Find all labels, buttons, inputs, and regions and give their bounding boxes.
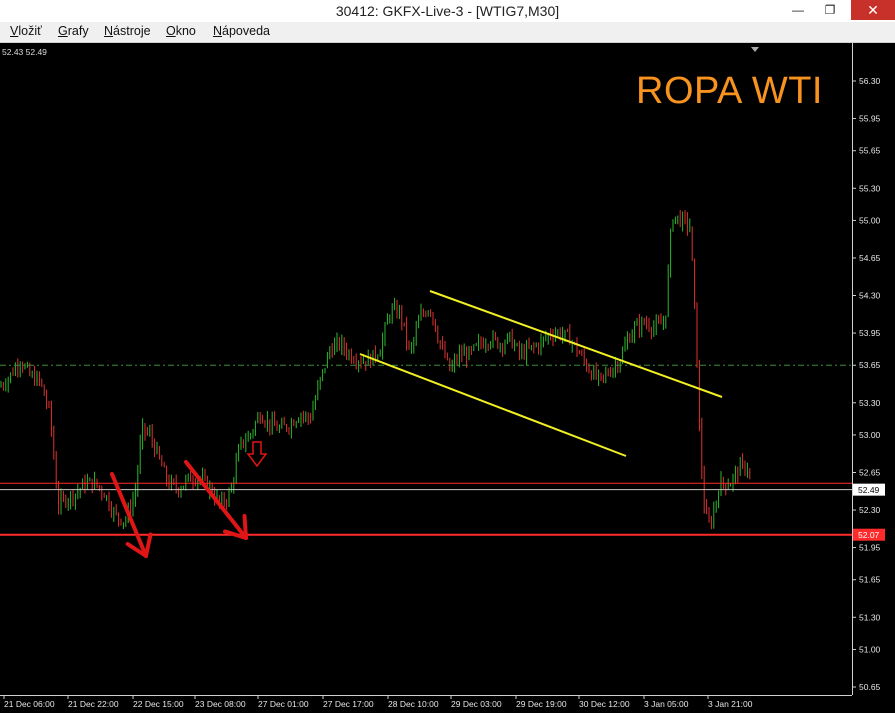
time-tick-label: 27 Dec 01:00 [258, 699, 309, 709]
menu-tools-label: ástroje [113, 24, 151, 38]
menu-window-label: kno [175, 24, 196, 38]
price-tick-label: 53.65 [859, 360, 881, 370]
arrow-head [144, 532, 153, 558]
window-title: 30412: GKFX-Live-3 - [WTIG7,M30] [335, 3, 560, 19]
price-tick-label: 50.65 [859, 682, 881, 692]
time-tick-label: 29 Dec 19:00 [516, 699, 567, 709]
price-tick-label: 55.65 [859, 146, 881, 156]
current-price-label: 52.49 [858, 485, 880, 495]
menu-charts-label: rafy [67, 24, 89, 38]
time-tick-label: 3 Jan 21:00 [708, 699, 753, 709]
price-tick-label: 51.00 [859, 644, 881, 654]
price-tick-label: 51.65 [859, 575, 881, 585]
time-tick-label: 3 Jan 05:00 [644, 699, 689, 709]
menu-tools[interactable]: Nástroje [104, 24, 151, 38]
price-tick-label: 53.30 [859, 398, 881, 408]
menu-charts[interactable]: Grafy [58, 24, 89, 38]
price-tick-label: 52.30 [859, 505, 881, 515]
price-chart[interactable]: 52.49 52.07 56.30 55.95 55.65 55.30 55.00 54.6… [0, 43, 895, 713]
price-tick-label: 54.30 [859, 291, 881, 301]
price-tick-label: 55.00 [859, 215, 881, 225]
price-header: 52.43 52.49 [2, 47, 47, 57]
chart-shift-icon [751, 47, 759, 52]
price-tick-label: 52.65 [859, 467, 881, 477]
price-tick-label: 56.30 [859, 76, 881, 86]
time-tick-label: 30 Dec 12:00 [579, 699, 630, 709]
arrow-shaft [184, 460, 248, 540]
menu-insert[interactable]: Vložiť [10, 24, 42, 38]
menu-help-label: ápoveda [222, 24, 270, 38]
time-tick-label: 22 Dec 15:00 [133, 699, 184, 709]
time-tick-label: 27 Dec 17:00 [323, 699, 374, 709]
menu-tools-accel: N [104, 24, 114, 38]
price-tick-label: 55.95 [859, 114, 881, 124]
drawn-arrow-1 [110, 472, 153, 558]
chart-overlay-title: ROPA WTI [636, 70, 823, 112]
channel-upper-line [429, 290, 723, 398]
close-button[interactable]: ✕ [851, 0, 895, 20]
time-tick-label: 23 Dec 08:00 [195, 699, 246, 709]
time-tick-label: 21 Dec 22:00 [68, 699, 119, 709]
menu-help-accel: N [213, 24, 223, 38]
time-tick-label: 21 Dec 06:00 [4, 699, 55, 709]
down-arrow-icon [246, 441, 268, 468]
price-tick-label: 54.65 [859, 253, 881, 263]
support-price-label: 52.07 [858, 530, 880, 540]
down-arrow-shape [246, 441, 268, 468]
menu-charts-accel: G [58, 24, 68, 38]
menu-window[interactable]: Okno [166, 24, 196, 38]
minimize-button[interactable]: — [783, 0, 813, 20]
price-tick-label: 55.30 [859, 183, 881, 193]
price-tick-label: 53.95 [859, 328, 881, 338]
menu-help[interactable]: Nápoveda [213, 24, 270, 38]
chart-area[interactable]: 52.49 52.07 56.30 55.95 55.65 55.30 55.00 54.6… [0, 43, 895, 713]
price-tick-label: 51.95 [859, 543, 881, 553]
time-tick-label: 28 Dec 10:00 [388, 699, 439, 709]
price-tick-label: 51.30 [859, 612, 881, 622]
menu-insert-label: ložiť [18, 24, 42, 38]
time-tick-label: 29 Dec 03:00 [451, 699, 502, 709]
window-titlebar: 30412: GKFX-Live-3 - [WTIG7,M30] — ❐ ✕ [0, 0, 895, 22]
arrow-head [242, 514, 248, 540]
maximize-button[interactable]: ❐ [815, 0, 845, 20]
menu-window-accel: O [166, 24, 176, 38]
price-tick-label: 53.00 [859, 430, 881, 440]
menu-bar: Vložiť Grafy Nástroje Okno Nápoveda _ ❐ … [0, 22, 895, 62]
drawn-arrow-2 [184, 460, 248, 540]
